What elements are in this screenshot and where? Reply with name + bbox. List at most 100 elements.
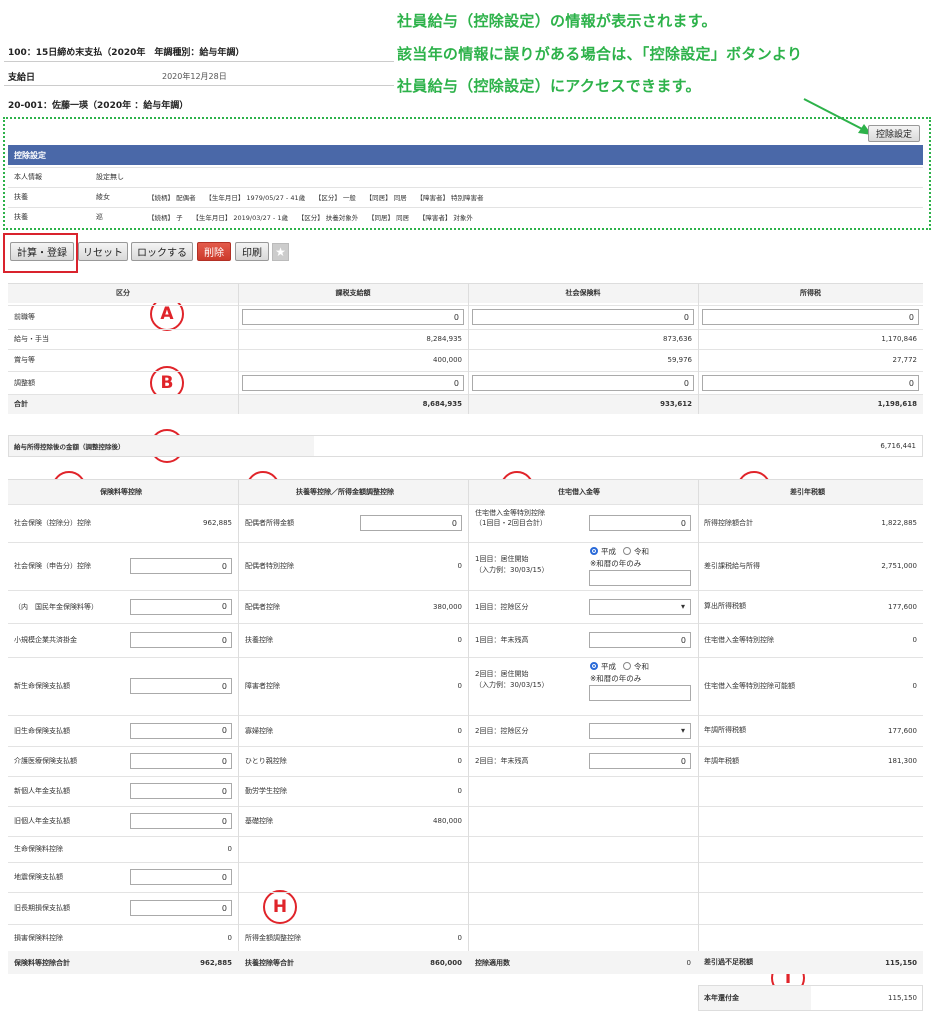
- tax-value: 177,600: [888, 602, 917, 611]
- loan-special-label-1: 住宅借入金等特別控除: [475, 509, 545, 517]
- loan-second-balance-input[interactable]: 0: [589, 753, 691, 769]
- grid-row-line: [8, 776, 923, 777]
- dependent-value: 480,000: [433, 817, 462, 825]
- loan-start-input[interactable]: [589, 570, 691, 586]
- dependent-value: 0: [457, 636, 462, 644]
- income-value: 400,000: [433, 356, 462, 364]
- star-icon[interactable]: ★: [272, 243, 289, 261]
- dependent-label: 配偶者控除: [245, 602, 280, 611]
- era-reiwa-radio[interactable]: [623, 547, 631, 555]
- tax-value: 115,150: [885, 958, 917, 967]
- grid-col-divider: [468, 479, 469, 974]
- loan-special-input[interactable]: 0: [589, 515, 691, 531]
- income-value: 59,976: [667, 356, 693, 364]
- insurance-value: 962,885: [200, 958, 232, 967]
- income-input[interactable]: 0: [472, 309, 694, 325]
- income-row-label: 調整額: [14, 378, 35, 387]
- settings-row-label: 扶養: [14, 213, 28, 221]
- settings-row-detail: 【続柄】 子 【生年月日】 2019/03/27 - 1歳 【区分】 扶養対象外…: [148, 214, 473, 222]
- era-heisei-radio[interactable]: [590, 547, 598, 555]
- lock-button[interactable]: ロックする: [131, 242, 193, 261]
- delete-button[interactable]: 削除: [197, 242, 231, 261]
- era-reiwa-radio[interactable]: [623, 662, 631, 670]
- income-input[interactable]: 0: [702, 309, 919, 325]
- insurance-input[interactable]: 0: [130, 869, 232, 885]
- income-col-header: 所得税: [800, 289, 821, 297]
- income-input[interactable]: 0: [702, 375, 919, 391]
- section-tax-title: 差引年税額: [790, 487, 825, 496]
- period-title: 100：15日締め末支払（2020年 年調種別：給与年調）: [8, 48, 245, 58]
- settings-header: 控除設定: [8, 145, 923, 165]
- loan-second-kubun-select[interactable]: ▾: [589, 722, 691, 739]
- pay-date-label: 支給日: [8, 73, 36, 83]
- annotation-line-3: 社員給与（控除設定）にアクセスできます。: [397, 77, 701, 95]
- settings-row: [8, 167, 923, 187]
- tax-label: 年調所得税額: [704, 726, 746, 734]
- loan-first-kubun-select[interactable]: ▾: [589, 598, 691, 615]
- insurance-label: 生命保険料控除: [14, 845, 63, 853]
- annotation-line-1: 社員給与（控除設定）の情報が表示されます。: [397, 12, 717, 30]
- insurance-input[interactable]: 0: [130, 813, 232, 829]
- income-input[interactable]: 0: [242, 375, 464, 391]
- dependent-label: 配偶者特別控除: [245, 562, 294, 570]
- insurance-label: 旧長期損保支払額: [14, 904, 70, 912]
- income-input[interactable]: 0: [472, 375, 694, 391]
- after-deduction-value: 6,716,441: [880, 442, 916, 450]
- dependent-value: 860,000: [430, 958, 462, 967]
- dependent-value: 0: [457, 682, 462, 690]
- deduction-settings-button[interactable]: 控除設定: [868, 125, 920, 142]
- print-button[interactable]: 印刷: [235, 242, 269, 261]
- insurance-input[interactable]: 0: [130, 900, 232, 916]
- era-note: ※和暦の年のみ: [590, 674, 642, 683]
- loan-start-example: （入力例：30/03/15）: [475, 681, 549, 689]
- loan-start-label: 2回目：居住開始: [475, 670, 529, 678]
- insurance-label: 旧個人年金支払額: [14, 817, 70, 825]
- insurance-input[interactable]: 0: [130, 678, 232, 694]
- income-input[interactable]: 0: [242, 309, 464, 325]
- income-row-label: 合計: [14, 400, 28, 408]
- loan-special-label-2: （1回目・2回目合計）: [475, 519, 547, 527]
- tax-label: 差引課税給与所得: [704, 561, 760, 570]
- loan-first-balance-input[interactable]: 0: [589, 632, 691, 648]
- income-row-label: 前職等: [14, 313, 35, 321]
- tax-label: 算出所得税額: [704, 602, 746, 610]
- dependent-value: 0: [457, 787, 462, 795]
- dependent-value: 380,000: [433, 602, 462, 611]
- settings-row-name: 綾女: [96, 193, 110, 201]
- dependent-input[interactable]: 0: [360, 515, 462, 531]
- insurance-input[interactable]: 0: [130, 558, 232, 574]
- loan-first-kubun-label: 1回目：控除区分: [475, 602, 529, 611]
- insurance-input[interactable]: 0: [130, 783, 232, 799]
- insurance-input[interactable]: 0: [130, 722, 232, 739]
- loan-start-example: （入力例：30/03/15）: [475, 566, 549, 574]
- insurance-label: 介護医療保険支払額: [14, 757, 77, 765]
- tax-value: 181,300: [888, 757, 917, 765]
- section-dependent-title: 扶養等控除／所得金額調整控除: [296, 487, 394, 496]
- dependent-value: 0: [457, 757, 462, 765]
- insurance-input[interactable]: 0: [130, 753, 232, 769]
- reset-button[interactable]: リセット: [78, 242, 128, 261]
- calc-highlight: [3, 233, 78, 273]
- dependent-label: 所得金額調整控除: [245, 933, 301, 942]
- insurance-label: 社会保険（控除分）控除: [14, 519, 91, 527]
- section-insurance-title: 保険料等控除: [100, 487, 142, 496]
- tax-value: 0: [912, 682, 917, 690]
- grid-row-line: [8, 862, 923, 863]
- era-reiwa-label: 令和: [634, 547, 649, 556]
- insurance-input[interactable]: 0: [130, 598, 232, 615]
- grid-row-line: [8, 892, 923, 893]
- after-deduction-label: 給与所得控除後の金額（調整控除後）: [14, 443, 125, 451]
- era-heisei-radio[interactable]: [590, 662, 598, 670]
- dependent-label: 障害者控除: [245, 682, 280, 690]
- era-heisei-label: 平成: [601, 662, 616, 671]
- settings-row-label: 扶養: [14, 193, 28, 201]
- insurance-input[interactable]: 0: [130, 632, 232, 648]
- dependent-label: 基礎控除: [245, 817, 273, 825]
- income-value: 8,284,935: [426, 335, 462, 343]
- tax-label: 住宅借入金等特別控除可能額: [704, 681, 795, 690]
- loan-first-balance-label: 1回目：年末残高: [475, 636, 529, 644]
- settings-row-name: 設定無し: [96, 173, 124, 181]
- insurance-label: 旧生命保険支払額: [14, 726, 70, 735]
- loan-start-input[interactable]: [589, 685, 691, 701]
- tax-value: 1,822,885: [881, 519, 917, 527]
